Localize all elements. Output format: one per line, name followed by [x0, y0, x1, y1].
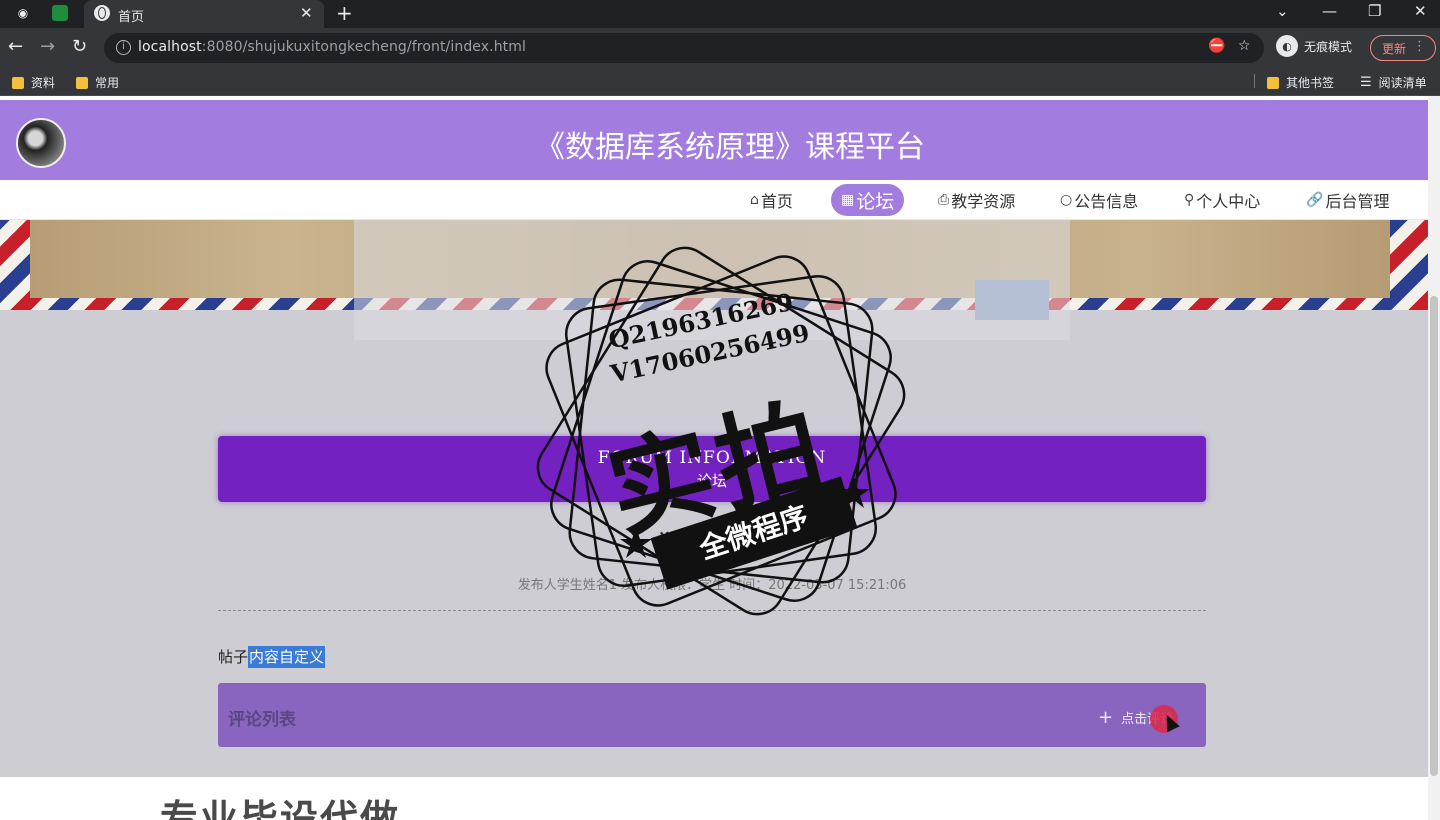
bookmark-label: 资料: [31, 76, 56, 90]
folder-icon: [76, 76, 88, 89]
url-path: :8080/shujukuxitongkecheng/front/index.h…: [201, 39, 526, 55]
update-button[interactable]: 更新 ⋮: [1370, 35, 1436, 61]
comment-list-title: 评论列表: [228, 710, 296, 730]
plus-icon: +: [1098, 707, 1114, 728]
main-nav: ⌂ 首页 ▦ 论坛 ⎙ 教学资源 ○ 公告信息 ⚲ 个人中心 🔗 后台管理: [0, 180, 1428, 220]
scrollbar-thumb[interactable]: [1430, 296, 1438, 776]
window-close-icon[interactable]: ✕: [1414, 2, 1427, 20]
bookmark-label: 其他书签: [1286, 76, 1335, 90]
incognito-icon: ◐: [1276, 35, 1298, 57]
reading-list-icon: ☰: [1360, 75, 1372, 90]
info-icon[interactable]: i: [116, 40, 131, 55]
reading-list[interactable]: ☰ 阅读清单: [1360, 74, 1427, 91]
forum-heading-banner: FORUM INFORMATION 论坛: [218, 436, 1206, 502]
nav-label: 个人中心: [1196, 192, 1261, 211]
bookmarks-bar: 资料 常用 其他书签 ☰ 阅读清单: [0, 68, 1440, 96]
comment-list-header: 评论列表 + 点击评论: [218, 683, 1206, 747]
bookmark-folder-ziliao[interactable]: 资料: [12, 74, 55, 91]
incognito-label: 无痕模式: [1304, 39, 1353, 54]
browser-tab-bar: ◉ 首页 ✕ + ⌄ — ❐ ✕: [0, 0, 1440, 28]
site-title: 《数据库系统原理》课程平台: [535, 130, 925, 165]
more-icon[interactable]: ⋮: [1413, 39, 1426, 54]
forum-icon: ▦: [841, 192, 855, 208]
post-content-selected: 内容自定义: [248, 646, 326, 668]
translate-icon[interactable]: ⛔: [1208, 38, 1225, 54]
browser-tab-active[interactable]: 首页 ✕: [84, 0, 324, 28]
tab-search-chevron-icon[interactable]: ⌄: [1276, 2, 1289, 20]
banner-card: [354, 220, 1070, 340]
tab-title: 首页: [118, 10, 145, 25]
page-viewport: 《数据库系统原理》课程平台 ⌂ 首页 ▦ 论坛 ⎙ 教学资源 ○ 公告信息 ⚲ 个人中心 …: [0, 96, 1428, 820]
address-bar: ← → ↻ i localhost:8080/shujukuxitongkech…: [0, 28, 1440, 68]
nav-label: 首页: [760, 192, 793, 211]
tab-globe-icon: [94, 5, 110, 21]
nav-item-forum[interactable]: ▦ 论坛: [831, 184, 905, 216]
nav-label: 论坛: [856, 190, 895, 213]
bookmark-folder-other[interactable]: 其他书签: [1267, 74, 1334, 91]
user-icon: ⚲: [1184, 192, 1195, 208]
banner-stripes-right: [1390, 220, 1428, 310]
omnibox[interactable]: i localhost:8080/shujukuxitongkecheng/fr…: [104, 33, 1264, 63]
forward-icon[interactable]: →: [40, 36, 55, 57]
nav-item-admin[interactable]: 🔗 后台管理: [1306, 184, 1389, 216]
folder-icon: [1267, 76, 1279, 89]
link-icon: 🔗: [1306, 192, 1324, 208]
nav-item-notices[interactable]: ○ 公告信息: [1060, 184, 1138, 216]
site-header: 《数据库系统原理》课程平台: [0, 100, 1428, 180]
bookmark-star-icon[interactable]: ☆: [1238, 38, 1251, 54]
page-scrollbar[interactable]: [1428, 96, 1440, 820]
post-divider: [218, 610, 1206, 611]
circle-icon: ○: [1060, 192, 1073, 208]
bookmark-label: 常用: [95, 76, 120, 90]
nav-item-profile[interactable]: ⚲ 个人中心: [1184, 184, 1260, 216]
post-content: 帖子内容自定义: [218, 646, 326, 668]
back-icon[interactable]: ←: [8, 36, 23, 57]
banner-chip: [975, 280, 1049, 320]
forum-heading-en: FORUM INFORMATION: [597, 448, 827, 468]
forum-heading-cn: 论坛: [696, 472, 727, 490]
update-label: 更新: [1382, 41, 1407, 56]
bookmark-folder-changyong[interactable]: 常用: [76, 74, 119, 91]
url-text[interactable]: localhost:8080/shujukuxitongkecheng/fron…: [138, 39, 526, 55]
reload-icon[interactable]: ↻: [72, 36, 87, 57]
folder-icon: [12, 76, 24, 89]
nav-item-resources[interactable]: ⎙ 教学资源: [938, 184, 1015, 216]
globe-icon[interactable]: ◉: [14, 4, 32, 22]
bookmark-divider: [1254, 74, 1255, 88]
minimize-icon[interactable]: —: [1322, 2, 1337, 20]
home-icon: ⌂: [750, 192, 759, 208]
banner-stripes-left: [0, 220, 30, 310]
post-content-prefix: 帖子: [218, 648, 249, 666]
post-title: 学生发帖子: [656, 532, 767, 557]
nav-item-home[interactable]: ⌂ 首页: [750, 184, 793, 216]
nav-label: 后台管理: [1325, 192, 1390, 211]
sheets-icon[interactable]: [52, 5, 68, 21]
nav-label: 公告信息: [1074, 192, 1139, 211]
footer-text: 专业毕设代做: [160, 797, 401, 820]
url-host: localhost: [138, 39, 202, 55]
nav-label: 教学资源: [951, 192, 1016, 211]
incognito-indicator[interactable]: ◐ 无痕模式: [1276, 35, 1352, 57]
tab-close-icon[interactable]: ✕: [300, 4, 313, 22]
post-meta: 发布人学生姓名1 发布人权限：学生 时间：2022-03-07 15:21:06: [517, 578, 907, 593]
bookmark-label: 阅读清单: [1378, 76, 1427, 90]
new-tab-icon[interactable]: +: [336, 1, 353, 25]
restore-icon[interactable]: ❐: [1368, 2, 1381, 20]
printer-icon: ⎙: [938, 192, 950, 208]
